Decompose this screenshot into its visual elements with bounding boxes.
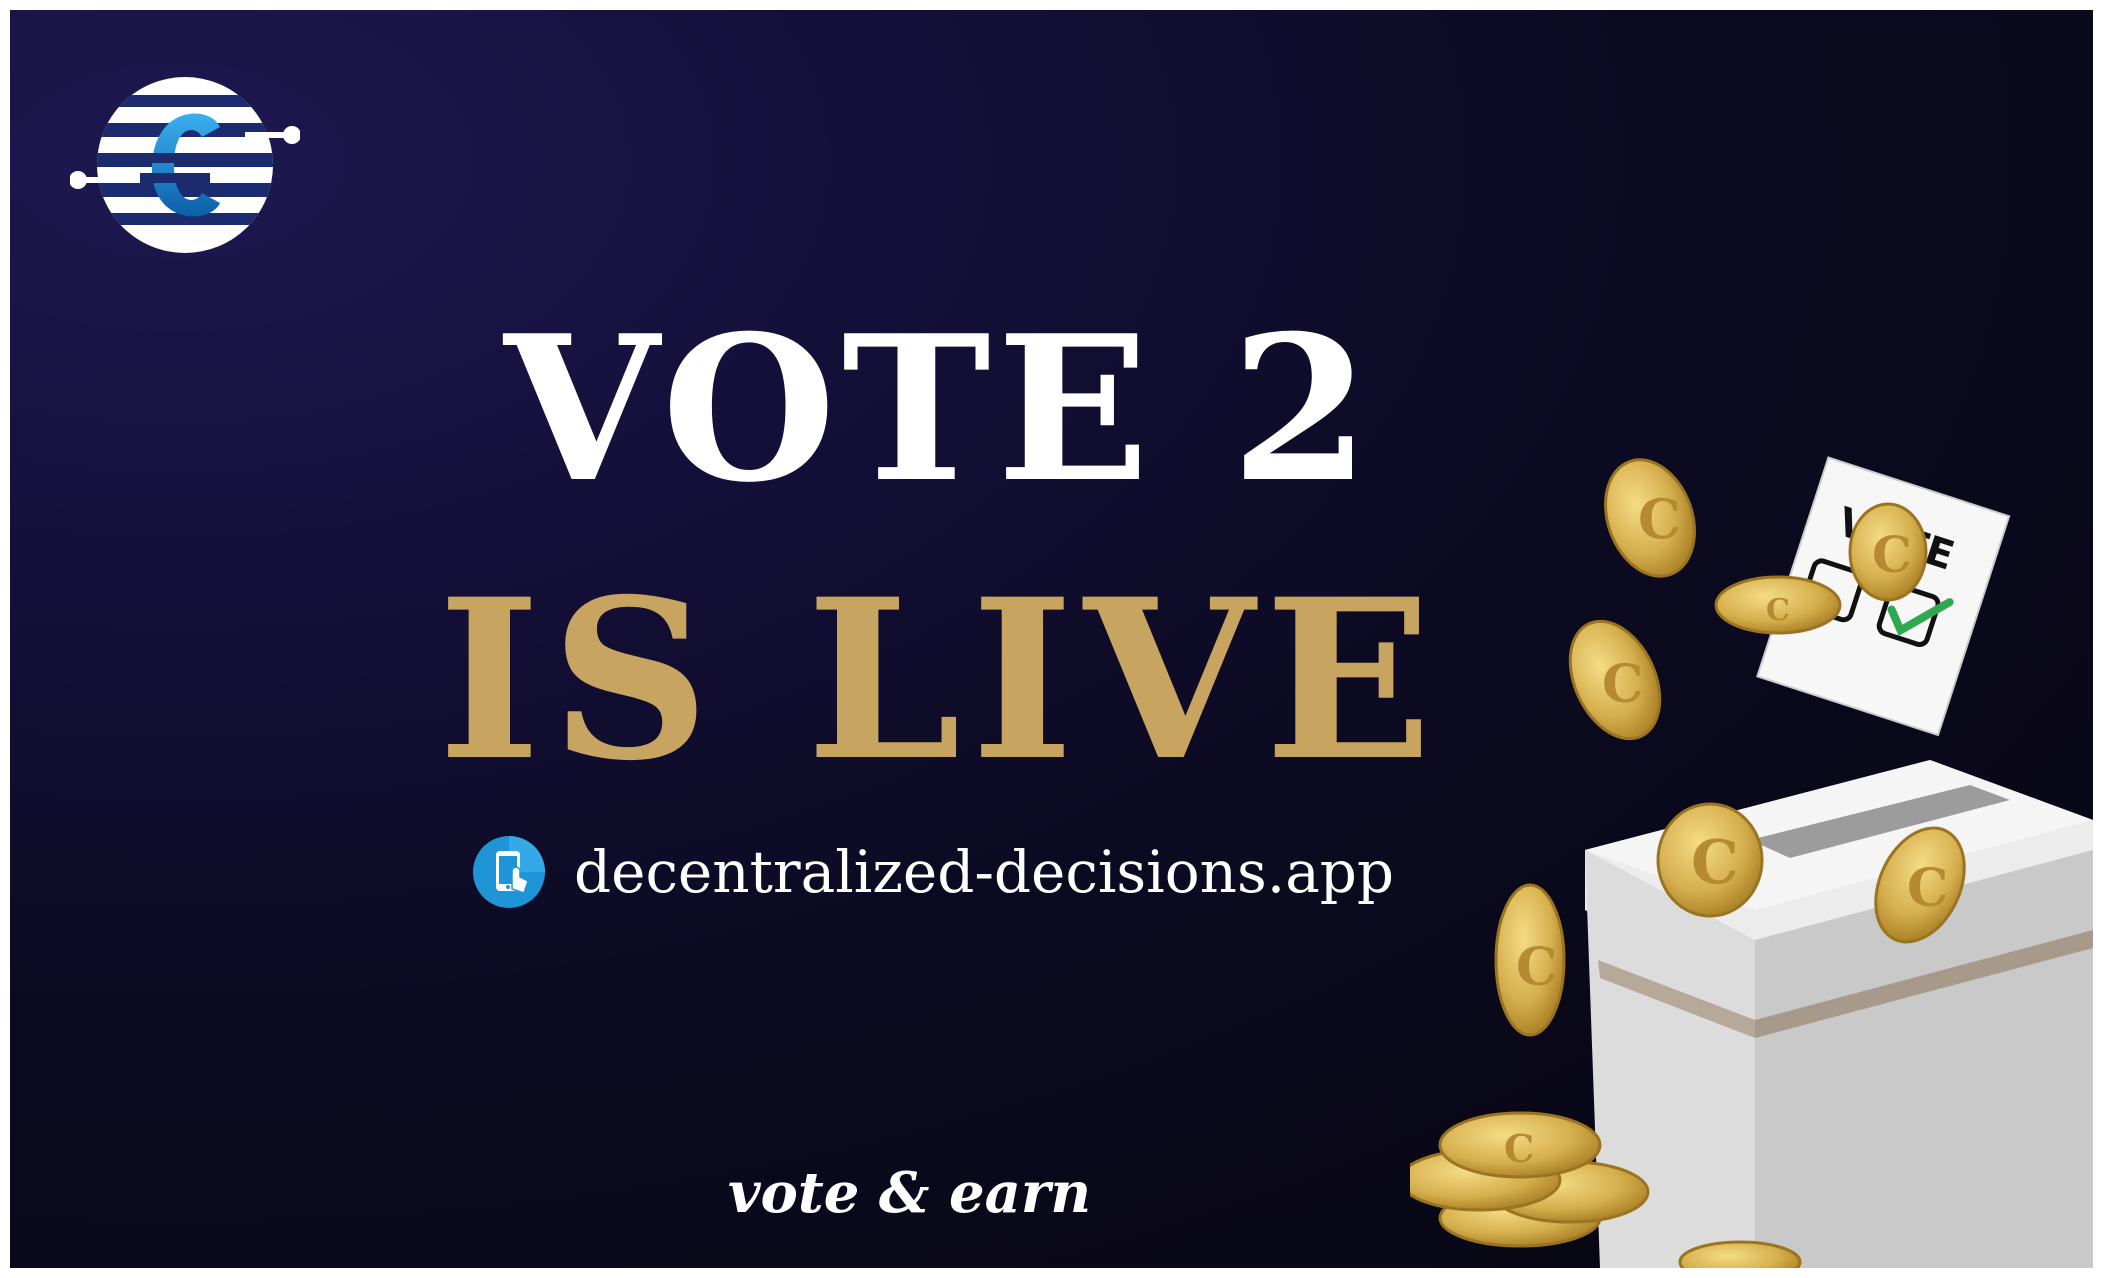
website-url[interactable]: decentralized-decisions.app [574,838,1394,906]
ballot-box-coins-illustration: VOTE C C C C C [1410,456,2093,1268]
banner: VOTE 2 IS LIVE decentralized-decisions.a… [10,10,2093,1268]
website-link[interactable]: decentralized-decisions.app [472,832,1394,912]
svg-text:C: C [1504,1126,1534,1171]
decentralized-decisions-logo [70,77,300,253]
tagline: vote & earn [728,1160,1092,1226]
svg-text:C: C [1638,487,1681,551]
svg-text:C: C [1907,858,1948,919]
svg-text:C: C [1516,937,1557,998]
svg-text:C: C [1872,525,1912,584]
svg-text:C: C [1766,593,1790,628]
svg-text:C: C [1602,654,1643,715]
tap-phone-icon [473,836,545,908]
svg-text:C: C [1691,828,1739,898]
